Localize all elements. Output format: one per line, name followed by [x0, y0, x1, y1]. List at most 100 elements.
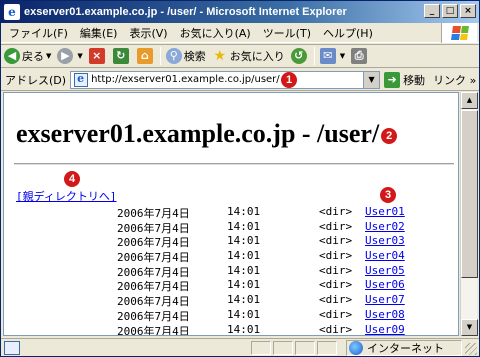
back-arrow-icon: ◀: [4, 48, 20, 64]
search-icon: ⚲: [165, 48, 182, 64]
entry-time: 14:01: [227, 219, 261, 233]
page-icon: [74, 72, 89, 87]
globe-icon: [349, 341, 363, 355]
zone-label: インターネット: [367, 342, 444, 355]
callout-badge-1: 1: [281, 71, 298, 88]
stop-button[interactable]: ×: [86, 46, 110, 66]
links-chevron-icon: »: [469, 73, 477, 87]
favorites-label: お気に入り: [229, 50, 285, 63]
entry-type: <dir>: [319, 249, 353, 263]
history-icon: ↺: [290, 48, 307, 64]
address-input[interactable]: [91, 74, 282, 85]
entry-time: 14:01: [227, 322, 261, 336]
entry-time: 14:01: [227, 263, 261, 277]
ie-logo-icon: e: [4, 4, 20, 20]
refresh-button[interactable]: ↻: [110, 46, 134, 66]
back-button[interactable]: ◀ 戻る ▼: [1, 46, 54, 66]
chevron-down-icon[interactable]: ▼: [77, 52, 82, 60]
entry-link[interactable]: User09: [365, 323, 405, 336]
forward-arrow-icon: ▶: [57, 48, 74, 64]
entry-date: 2006年7月4日: [117, 280, 190, 294]
history-button[interactable]: ↺: [288, 46, 312, 66]
scroll-up-arrow-icon[interactable]: ▲: [461, 92, 478, 109]
menu-favorites[interactable]: お気に入り(A): [174, 25, 257, 41]
list-item: 2006年7月4日 14:01 <dir> User03: [4, 234, 458, 250]
resize-grip-icon[interactable]: [465, 343, 477, 355]
toolbar-divider: [313, 47, 315, 65]
entry-link[interactable]: User06: [365, 278, 405, 291]
parent-directory-link[interactable]: [親ディレクトリへ]: [16, 188, 116, 204]
entry-link[interactable]: User04: [365, 249, 405, 262]
go-label: 移動: [403, 73, 426, 87]
title-bar[interactable]: e exserver01.example.co.jp - /user/ - Mi…: [1, 1, 479, 23]
entry-link[interactable]: User07: [365, 293, 405, 306]
print-icon: ⎙: [351, 48, 368, 64]
entry-link[interactable]: User02: [365, 220, 405, 233]
callout-badge-4: 4: [64, 171, 80, 187]
home-button[interactable]: ⌂: [134, 46, 158, 66]
toolbar: ◀ 戻る ▼ ▶ ▼ × ↻ ⌂ ⚲ 検索 ★ お気に入り ↺ ✉ ▼ ⎙: [1, 44, 479, 68]
vertical-scrollbar[interactable]: ▲ ▼: [460, 92, 478, 336]
chevron-down-icon[interactable]: ▼: [46, 52, 51, 60]
horizontal-rule: [14, 163, 454, 165]
entry-link[interactable]: User08: [365, 308, 405, 321]
list-item: 2006年7月4日 14:01 <dir> User05: [4, 263, 458, 279]
entry-date: 2006年7月4日: [117, 221, 190, 235]
list-item: 2006年7月4日 14:01 <dir> User09: [4, 322, 458, 336]
entry-date: 2006年7月4日: [117, 265, 190, 279]
entry-time: 14:01: [227, 234, 261, 248]
search-button[interactable]: ⚲ 検索: [163, 46, 209, 66]
entry-date: 2006年7月4日: [117, 236, 190, 250]
menu-help[interactable]: ヘルプ(H): [317, 25, 379, 41]
directory-listing: 2006年7月4日 14:01 <dir> User01 2006年7月4日 1…: [4, 205, 458, 336]
links-button[interactable]: リンク »: [433, 72, 476, 88]
scrollbar-thumb[interactable]: [461, 110, 478, 278]
entry-link[interactable]: User03: [365, 234, 405, 247]
security-zone: インターネット: [346, 340, 462, 356]
callout-badge-3: 3: [380, 187, 396, 203]
page-heading: exserver01.example.co.jp - /user/: [16, 119, 380, 148]
page-content: exserver01.example.co.jp - /user/2 4 3 […: [3, 92, 459, 336]
forward-button[interactable]: ▶ ▼: [54, 46, 85, 66]
entry-date: 2006年7月4日: [117, 295, 190, 309]
minimize-button[interactable]: _: [424, 4, 440, 18]
entry-time: 14:01: [227, 205, 261, 218]
entry-link[interactable]: User05: [365, 264, 405, 277]
favorites-button[interactable]: ★ お気に入り: [209, 46, 288, 66]
entry-date: 2006年7月4日: [117, 251, 190, 265]
entry-link[interactable]: User01: [365, 205, 405, 218]
status-panels: [251, 341, 339, 355]
entry-type: <dir>: [319, 205, 353, 218]
address-bar: アドレス(D) 1 ▼ ➜ 移動 リンク »: [1, 69, 479, 91]
entry-type: <dir>: [319, 219, 353, 233]
windows-flag-icon: [450, 26, 469, 40]
menu-view[interactable]: 表示(V): [123, 25, 173, 41]
address-label: アドレス(D): [5, 73, 67, 87]
print-button[interactable]: ⎙: [348, 46, 372, 66]
mail-button[interactable]: ✉ ▼: [317, 46, 348, 66]
menu-edit[interactable]: 編集(E): [74, 25, 124, 41]
address-dropdown-chevron-down-icon[interactable]: ▼: [363, 71, 380, 88]
menu-bar: ファイル(F) 編集(E) 表示(V) お気に入り(A) ツール(T) ヘルプ(…: [1, 23, 479, 43]
maximize-button[interactable]: □: [442, 4, 458, 18]
entry-time: 14:01: [227, 293, 261, 307]
close-button[interactable]: ×: [460, 4, 476, 18]
entry-type: <dir>: [319, 278, 353, 292]
menu-file[interactable]: ファイル(F): [1, 25, 74, 41]
chevron-down-icon[interactable]: ▼: [340, 52, 345, 60]
go-button[interactable]: ➜ 移動: [384, 71, 426, 88]
entry-type: <dir>: [319, 307, 353, 321]
toolbar-divider: [159, 47, 161, 65]
status-panel: [295, 341, 315, 355]
windows-logo: [441, 23, 477, 43]
entry-type: <dir>: [319, 293, 353, 307]
list-item: 2006年7月4日 14:01 <dir> User08: [4, 307, 458, 323]
window-controls: _ □ ×: [424, 4, 476, 18]
scroll-down-arrow-icon[interactable]: ▼: [461, 319, 478, 336]
mail-icon: ✉: [319, 48, 336, 64]
list-item: 2006年7月4日 14:01 <dir> User04: [4, 249, 458, 265]
page-status-icon: [4, 340, 20, 355]
menu-tools[interactable]: ツール(T): [257, 25, 317, 41]
entry-type: <dir>: [319, 263, 353, 277]
page-heading-wrapper: exserver01.example.co.jp - /user/2: [16, 119, 398, 149]
